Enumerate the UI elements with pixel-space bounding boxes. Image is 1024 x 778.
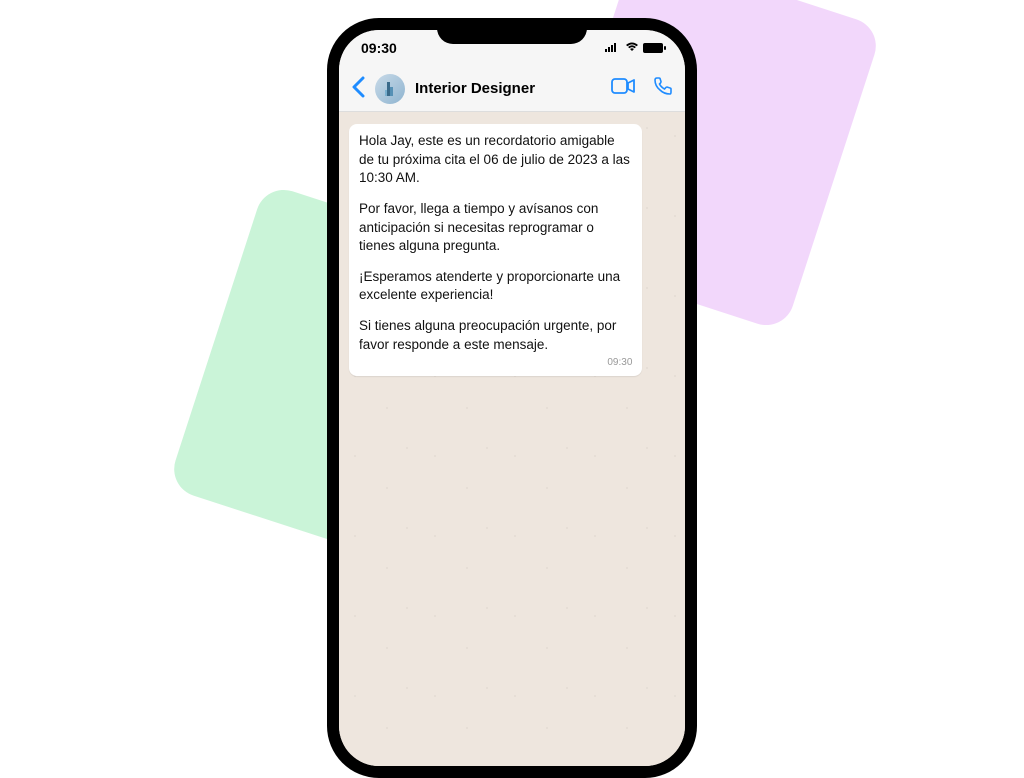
message-paragraph: ¡Esperamos atenderte y proporcionarte un… <box>359 268 632 305</box>
message-paragraph: Hola Jay, este es un recordatorio amigab… <box>359 132 632 188</box>
phone-screen: 09:30 Interior Designer <box>339 30 685 766</box>
incoming-message-bubble[interactable]: Hola Jay, este es un recordatorio amigab… <box>349 124 642 376</box>
avatar[interactable] <box>375 74 405 104</box>
message-paragraph: Por favor, llega a tiempo y avísanos con… <box>359 200 632 256</box>
statusbar-time: 09:30 <box>361 40 397 56</box>
phone-notch <box>437 18 587 44</box>
video-call-icon[interactable] <box>611 78 635 99</box>
header-actions <box>611 76 673 101</box>
signal-icon <box>605 41 621 55</box>
back-icon[interactable] <box>351 76 365 102</box>
contact-name[interactable]: Interior Designer <box>415 80 601 97</box>
chat-area[interactable]: Hola Jay, este es un recordatorio amigab… <box>339 112 685 766</box>
chat-header: Interior Designer <box>339 66 685 112</box>
wifi-icon <box>625 41 639 55</box>
statusbar-icons <box>605 41 663 55</box>
message-paragraph: Si tienes alguna preocupación urgente, p… <box>359 317 632 354</box>
voice-call-icon[interactable] <box>653 76 673 101</box>
battery-icon <box>643 43 663 53</box>
phone-frame: 09:30 Interior Designer <box>327 18 697 778</box>
message-time: 09:30 <box>359 356 632 370</box>
